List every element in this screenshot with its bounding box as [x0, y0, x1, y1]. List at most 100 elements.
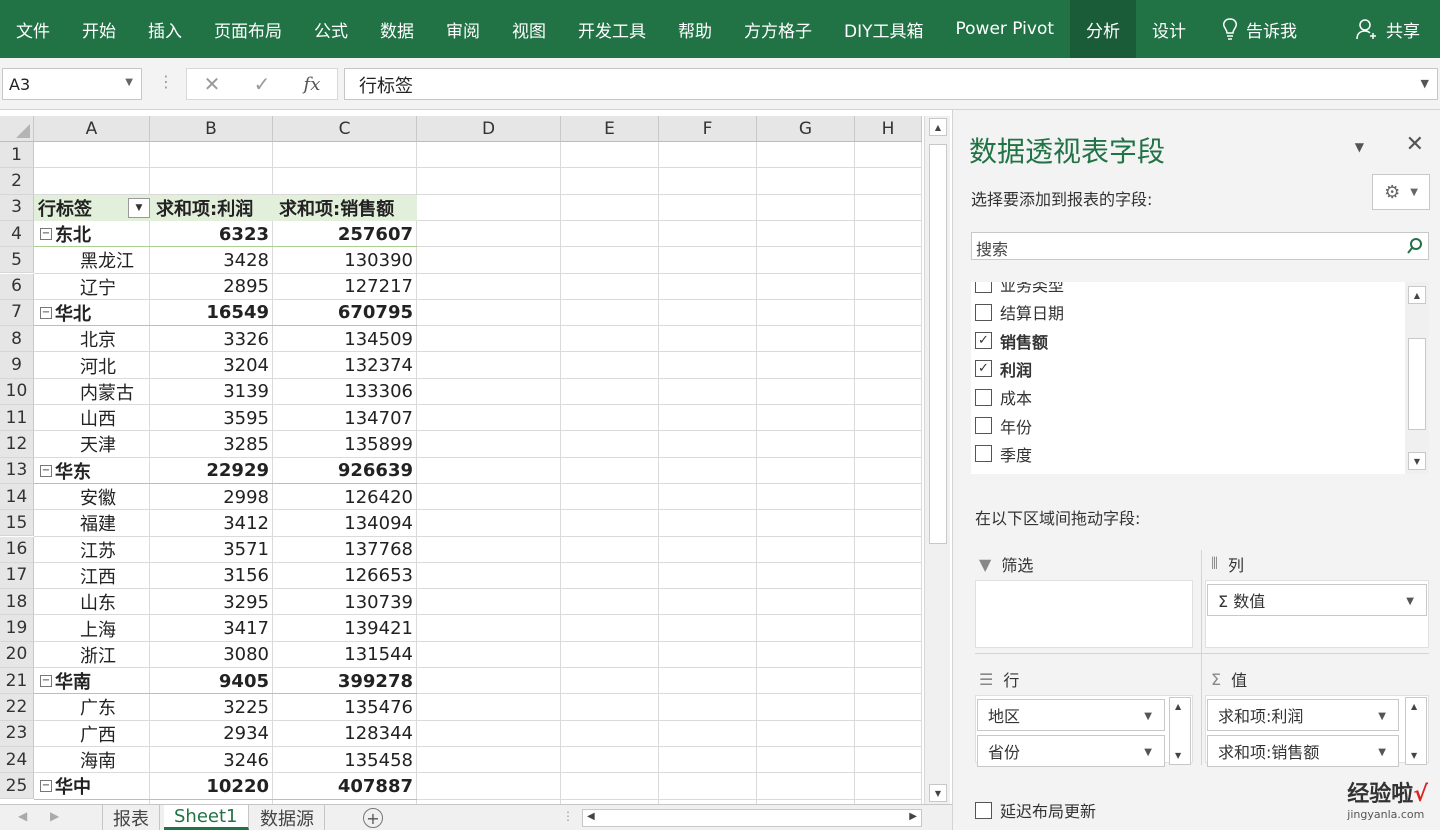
pivot-item-label[interactable]: 上海 [34, 615, 150, 641]
ribbon-tab[interactable]: 视图 [496, 0, 562, 58]
row-header[interactable]: 11 [0, 405, 34, 432]
pivot-profit-value[interactable]: 3225 [150, 694, 273, 720]
ribbon-tab[interactable]: 开始 [66, 0, 132, 58]
scroll-thumb[interactable] [1408, 338, 1426, 430]
ribbon-tab[interactable]: 数据 [364, 0, 430, 58]
pivot-profit-value[interactable]: 3246 [150, 747, 273, 773]
pivot-item-label[interactable]: 江西 [34, 563, 150, 589]
row-header[interactable]: 17 [0, 562, 34, 590]
column-header[interactable]: F [659, 116, 757, 142]
column-header[interactable]: H [855, 116, 922, 142]
pivot-item-label[interactable]: 海南 [34, 747, 150, 773]
ribbon-tab[interactable]: 公式 [298, 0, 364, 58]
row-header[interactable]: 16 [0, 536, 34, 563]
pivot-sales-value[interactable]: 134707 [273, 405, 417, 431]
field-checkbox[interactable] [975, 388, 992, 406]
field-checkbox[interactable]: ✓ [975, 360, 992, 378]
pivot-header-profit[interactable]: 求和项:利润 [150, 195, 273, 221]
field-search-input[interactable]: 搜索 [971, 232, 1429, 260]
ribbon-tab[interactable]: 审阅 [430, 0, 496, 58]
splitter-icon[interactable]: ⋮ [562, 809, 574, 823]
row-header[interactable]: 20 [0, 641, 34, 668]
pivot-sales-value[interactable]: 126420 [273, 484, 417, 510]
row-label-filter-icon[interactable]: ▼ [128, 197, 150, 218]
row-header[interactable]: 2 [0, 168, 34, 195]
pivot-item-label[interactable]: 广东 [34, 694, 150, 720]
pivot-item-label[interactable]: 浙江 [34, 642, 150, 668]
rows-chip-region[interactable]: 地区 ▼ [977, 699, 1165, 731]
row-header[interactable]: 3 [0, 194, 34, 221]
collapse-icon[interactable]: − [40, 780, 52, 793]
field-item[interactable]: 年份 [975, 414, 1032, 438]
row-header[interactable]: 10 [0, 378, 34, 405]
pivot-profit-value[interactable]: 3412 [150, 510, 273, 536]
field-checkbox[interactable] [975, 417, 992, 434]
pivot-item-label[interactable]: 山西 [34, 405, 150, 431]
pivot-group-label[interactable]: − 华南 [34, 668, 150, 694]
pivot-profit-value[interactable]: 3204 [150, 352, 273, 378]
sheet-tab-datasource[interactable]: 数据源 [250, 805, 325, 830]
pivot-profit-value[interactable]: 6323 [150, 221, 273, 247]
collapse-icon[interactable]: − [40, 228, 52, 241]
name-box[interactable]: A3 ▼ [2, 68, 142, 100]
pivot-profit-value[interactable]: 22929 [150, 458, 273, 484]
row-header[interactable]: 21 [0, 668, 34, 695]
tab-design[interactable]: 设计 [1136, 0, 1202, 58]
ribbon-tab[interactable]: 方方格子 [728, 0, 828, 58]
pivot-sales-value[interactable]: 399278 [273, 668, 417, 694]
pivot-sales-value[interactable]: 127217 [273, 274, 417, 300]
pivot-item-label[interactable]: 天津 [34, 431, 150, 457]
row-header[interactable]: 7 [0, 299, 34, 327]
formula-input[interactable]: 行标签 ▼ [344, 68, 1438, 100]
pivot-sales-value[interactable]: 135476 [273, 694, 417, 720]
ribbon-tab[interactable]: DIY工具箱 [828, 0, 940, 58]
horizontal-scrollbar[interactable]: ◀ ▶ [582, 809, 922, 827]
column-header[interactable]: G [757, 116, 855, 142]
ribbon-tab[interactable]: 开发工具 [562, 0, 662, 58]
ribbon-tab[interactable]: Power Pivot [940, 0, 1071, 58]
scroll-down-icon[interactable]: ▼ [1411, 751, 1417, 760]
field-checkbox[interactable]: ✓ [975, 332, 992, 350]
pivot-sales-value[interactable]: 137768 [273, 537, 417, 563]
pivot-group-label[interactable]: − 东北 [34, 221, 150, 247]
scroll-down-icon[interactable]: ▼ [1408, 452, 1426, 470]
rows-chip-province[interactable]: 省份 ▼ [977, 735, 1165, 767]
scroll-left-icon[interactable]: ◀ [587, 811, 595, 822]
field-item[interactable]: 季度 [975, 442, 1032, 466]
chevron-down-icon[interactable]: ▼ [1378, 711, 1386, 722]
row-header[interactable]: 5 [0, 247, 34, 274]
pivot-profit-value[interactable]: 16549 [150, 300, 273, 326]
pivot-sales-value[interactable]: 130390 [273, 247, 417, 273]
pivot-profit-value[interactable]: 9405 [150, 668, 273, 694]
cancel-icon[interactable]: ✕ [204, 72, 221, 96]
ribbon-tab[interactable]: 文件 [0, 0, 66, 58]
pivot-sales-value[interactable]: 670795 [273, 300, 417, 326]
pivot-sales-value[interactable]: 926639 [273, 458, 417, 484]
scroll-thumb[interactable] [929, 144, 947, 544]
scroll-right-icon[interactable]: ▶ [909, 811, 917, 822]
row-header[interactable]: 15 [0, 510, 34, 537]
field-item[interactable]: ✓ 利润 [975, 357, 1032, 381]
pivot-item-label[interactable]: 广西 [34, 721, 150, 747]
row-header[interactable]: 25 [0, 773, 34, 800]
chevron-down-icon[interactable]: ▼ [1144, 747, 1152, 758]
chevron-down-icon[interactable]: ▼ [125, 77, 133, 88]
pivot-profit-value[interactable]: 3571 [150, 537, 273, 563]
pivot-profit-value[interactable]: 3417 [150, 615, 273, 641]
row-header[interactable]: 1 [0, 142, 34, 169]
pivot-profit-value[interactable]: 2895 [150, 274, 273, 300]
ribbon-tab[interactable]: 页面布局 [198, 0, 298, 58]
pivot-profit-value[interactable]: 2998 [150, 484, 273, 510]
scroll-up-icon[interactable]: ▲ [1175, 702, 1181, 711]
pivot-sales-value[interactable]: 407887 [273, 773, 417, 799]
field-item[interactable]: 结算日期 [975, 300, 1064, 324]
row-header[interactable]: 4 [0, 220, 34, 248]
pivot-sales-value[interactable]: 135899 [273, 431, 417, 457]
row-header[interactable]: 9 [0, 352, 34, 379]
collapse-icon[interactable]: − [40, 464, 52, 477]
pane-options-chevron-icon[interactable]: ▼ [1355, 140, 1364, 154]
pivot-profit-value[interactable]: 10220 [150, 773, 273, 799]
pivot-sales-value[interactable]: 134094 [273, 510, 417, 536]
share-button[interactable]: 共享 [1356, 0, 1420, 58]
close-icon[interactable]: ✕ [1406, 132, 1424, 157]
